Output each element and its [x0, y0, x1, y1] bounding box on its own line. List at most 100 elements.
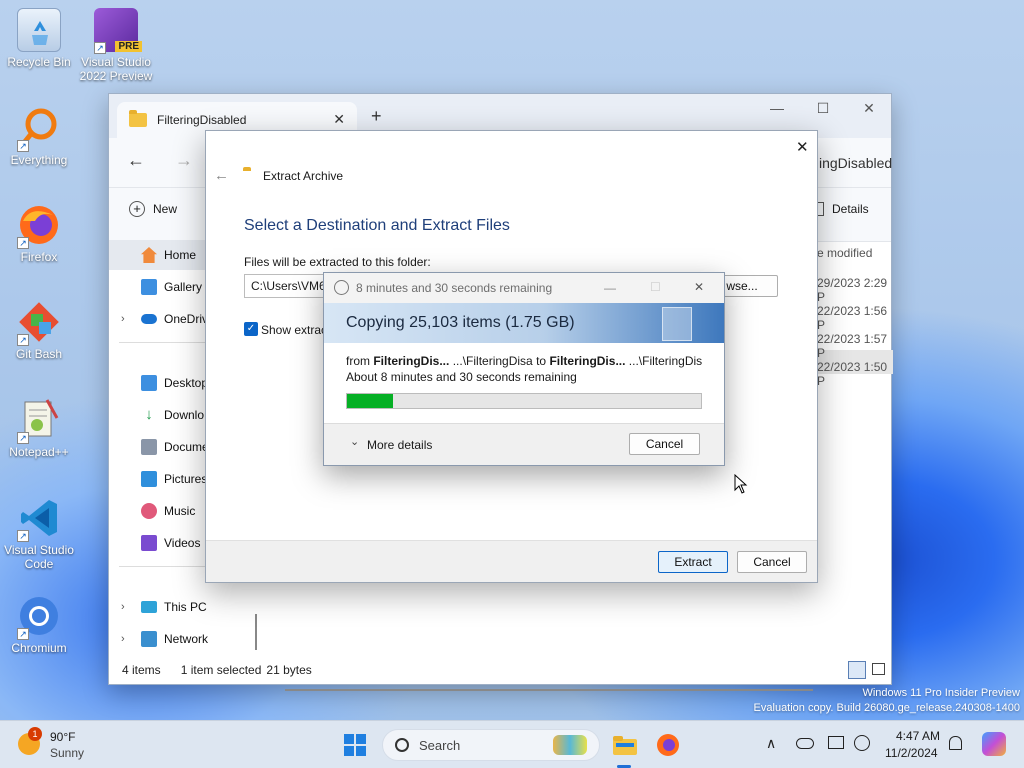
everything-search-icon: ↗: [17, 106, 61, 152]
copy-progress-bar: [346, 393, 702, 409]
details-view-icon[interactable]: [848, 661, 866, 679]
progress-fill: [347, 394, 394, 408]
firefox-taskbar-icon[interactable]: [656, 733, 680, 757]
start-windows-icon[interactable]: [344, 734, 366, 756]
details-button[interactable]: Details: [832, 202, 869, 216]
copy-footer: ⌄ More details Cancel: [324, 423, 724, 465]
sidebar-item-label: Gallery: [164, 280, 203, 294]
column-header-date-modified[interactable]: e modified: [817, 246, 872, 260]
desktop-icon-recycle-bin[interactable]: Recycle Bin: [1, 8, 77, 69]
close-button[interactable]: ✕: [849, 100, 889, 117]
weather-temp: 90°F: [50, 730, 76, 744]
sidebar-item-label: Pictures: [164, 472, 208, 486]
more-details-button[interactable]: More details: [367, 438, 432, 452]
copy-minimize-button[interactable]: —: [604, 281, 616, 295]
clock-date[interactable]: 11/2/2024: [885, 746, 938, 760]
copy-close-button[interactable]: ✕: [694, 280, 704, 294]
desktop-icon-chromium[interactable]: ↗ Chromium: [1, 594, 77, 655]
tab-title: FilteringDisabled: [157, 113, 247, 127]
cancel-button[interactable]: Cancel: [737, 551, 807, 573]
status-item-count: 4 items: [122, 663, 161, 677]
sidebar-item-label: Desktop: [164, 376, 209, 390]
sidebar-scrollbar[interactable]: [255, 614, 257, 650]
back-icon[interactable]: ←: [127, 150, 145, 171]
desktop-icon-label: Visual Studio 2022 Preview: [79, 55, 153, 83]
dialog-back-icon[interactable]: ←: [214, 167, 229, 184]
tab-close-icon[interactable]: ✕: [333, 111, 345, 128]
vscode-icon: ↗: [17, 496, 61, 542]
desktop-icon-vscode[interactable]: ↗ Visual Studio Code: [1, 496, 77, 571]
more-details-chevron-icon[interactable]: ⌄: [350, 435, 359, 448]
clock-icon: [334, 280, 349, 295]
display-icon[interactable]: [828, 736, 844, 749]
weather-desc: Sunny: [50, 746, 85, 760]
desktop-icon-label: Recycle Bin: [7, 55, 71, 69]
expand-chevron-icon[interactable]: ›: [121, 313, 125, 325]
desktop-icon-everything[interactable]: ↗ Everything: [1, 106, 77, 167]
copy-banner: Copying 25,103 items (1.75 GB): [324, 303, 724, 343]
folder-label: Files will be extracted to this folder:: [244, 255, 431, 269]
notepadpp-icon: ↗: [17, 398, 61, 444]
recycle-bin-icon: [17, 8, 61, 52]
search-label: Search: [419, 737, 461, 753]
desktop-icon-label: Git Bash: [15, 347, 63, 361]
search-icon: [395, 738, 409, 752]
maximize-button[interactable]: ☐: [803, 100, 843, 117]
sidebar-item-this-pc[interactable]: › This PC: [109, 592, 255, 622]
desktop-icon-visual-studio-preview[interactable]: PRE ↗ Visual Studio 2022 Preview: [78, 8, 154, 83]
expand-chevron-icon[interactable]: ›: [121, 633, 125, 645]
onedrive-icon: [141, 314, 157, 324]
copilot-preview-icon[interactable]: [982, 732, 1006, 756]
desktop-icon-label: Chromium: [11, 641, 67, 655]
desktop-icon-notepadpp[interactable]: ↗ Notepad++: [1, 398, 77, 459]
notification-bell-icon[interactable]: [949, 736, 962, 750]
extract-button[interactable]: Extract: [658, 551, 728, 573]
desktop-icon-firefox[interactable]: ↗ Firefox: [1, 203, 77, 264]
cancel-button-label: Cancel: [753, 555, 791, 569]
minimize-button[interactable]: —: [757, 100, 797, 116]
git-bash-icon: ↗: [17, 300, 61, 346]
chromium-icon: ↗: [17, 594, 61, 640]
address-bar-text[interactable]: ingDisabled: [819, 155, 892, 171]
sidebar-item-network[interactable]: › Network: [109, 624, 255, 654]
dialog-heading: Select a Destination and Extract Files: [244, 217, 510, 234]
show-files-label: Show extrac: [261, 323, 328, 337]
shortcut-arrow-icon: ↗: [17, 237, 29, 249]
copy-cancel-button[interactable]: Cancel: [629, 433, 700, 455]
new-tab-button[interactable]: +: [371, 106, 382, 127]
weather-widget[interactable]: 1 90°F Sunny: [18, 727, 118, 761]
new-button[interactable]: New: [153, 202, 177, 216]
windows-watermark: Windows 11 Pro Insider Preview Evaluatio…: [700, 686, 1020, 716]
show-files-checkbox[interactable]: ✓: [244, 322, 258, 336]
expand-chevron-icon[interactable]: ›: [121, 601, 125, 613]
sidebar-item-label: OneDriv: [164, 312, 209, 326]
from-name: FilteringDis...: [373, 354, 450, 368]
dialog-close-icon[interactable]: ✕: [796, 138, 809, 156]
file-explorer-taskbar-icon[interactable]: [612, 733, 637, 757]
dialog-footer: Extract Cancel: [206, 540, 817, 582]
taskbar: 1 90°F Sunny Search ∧ 4:47 AM 11/2/2024: [0, 720, 1024, 768]
desktop-icon-label: Notepad++: [9, 445, 69, 459]
search-highlight-icon: [553, 735, 587, 755]
shortcut-arrow-icon: ↗: [17, 530, 29, 542]
taskbar-search-box[interactable]: Search: [382, 729, 600, 761]
copy-maximize-button[interactable]: ☐: [650, 280, 661, 294]
status-bar: 4 items 1 item selected 21 bytes: [109, 656, 891, 684]
preview-badge: PRE: [115, 41, 142, 52]
network-globe-icon[interactable]: [854, 735, 870, 751]
onedrive-offline-icon[interactable]: [796, 738, 814, 749]
music-icon: [141, 503, 157, 519]
extract-button-label: Extract: [674, 555, 712, 569]
network-icon: [141, 631, 157, 647]
forward-icon[interactable]: →: [175, 150, 193, 171]
sidebar-item-label: Network: [164, 632, 209, 646]
file-date: 22/2023 1:57 P: [817, 332, 888, 360]
shortcut-arrow-icon: ↗: [94, 42, 106, 54]
sidebar-item-label: Home: [164, 248, 197, 262]
tiles-view-icon[interactable]: [872, 663, 885, 675]
to-path: ...\FilteringDisa: [628, 354, 702, 368]
clock-time[interactable]: 4:47 AM: [896, 729, 940, 743]
desktop-icon-git-bash[interactable]: ↗ Git Bash: [1, 300, 77, 361]
tray-overflow-chevron-icon[interactable]: ∧: [766, 735, 776, 752]
browse-button-label: wse...: [726, 279, 758, 293]
